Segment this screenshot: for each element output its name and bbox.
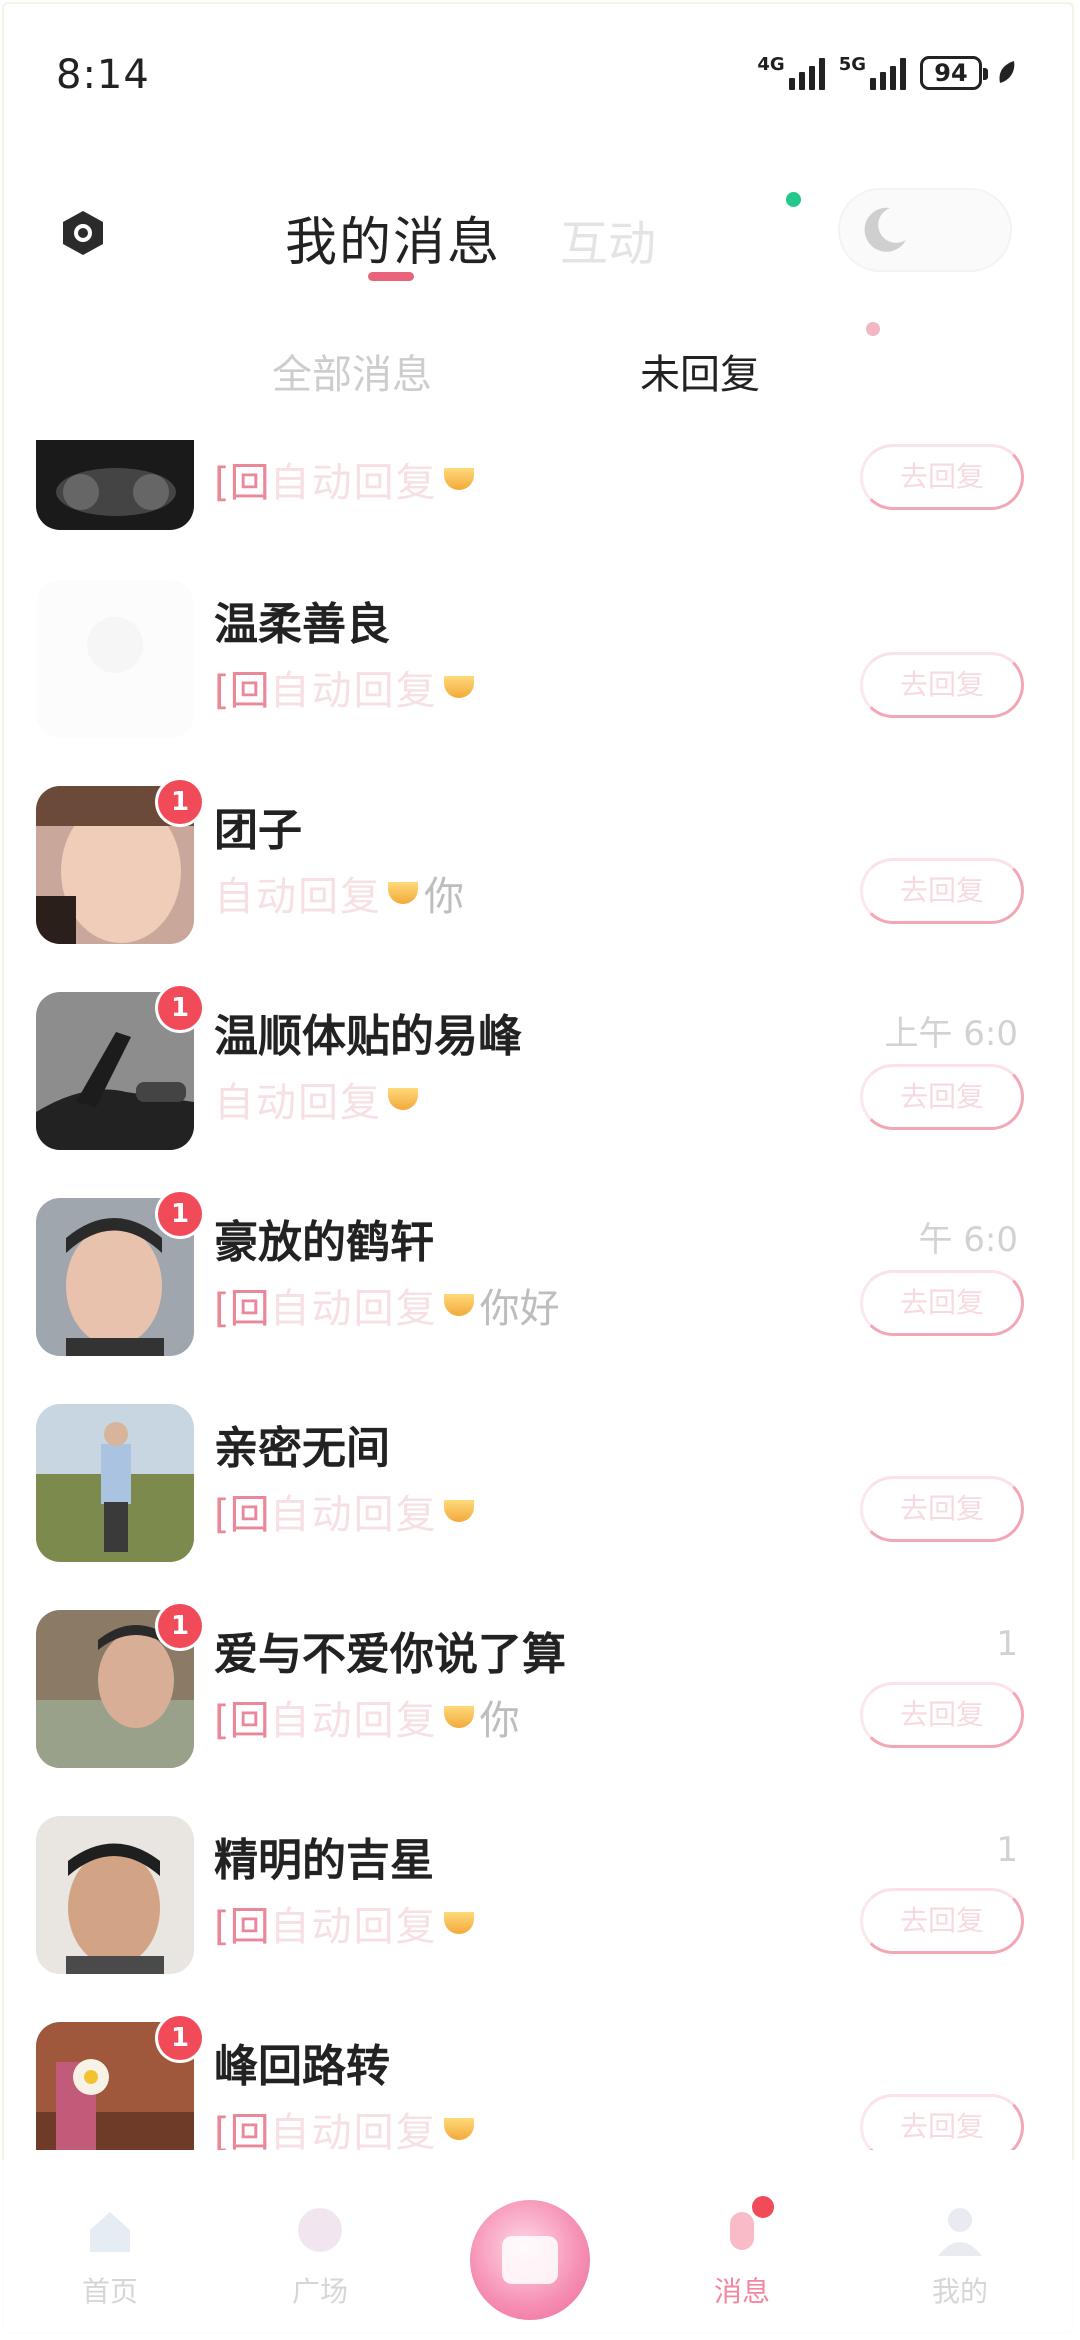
- home-icon: [90, 2212, 130, 2252]
- nav-plaza[interactable]: 广场: [250, 2200, 390, 2320]
- reply-button[interactable]: 去回复: [860, 858, 1024, 924]
- message-time: 上午 6:0: [884, 1014, 1018, 1054]
- reply-button[interactable]: 去回复: [860, 1682, 1024, 1748]
- list-item[interactable]: 1 豪放的鹤轩 午 6:0 [回 自动回复 你好 去回复: [0, 1192, 1080, 1404]
- status-icons: 4G 5G 94: [757, 56, 1018, 90]
- message-preview: 自动回复你: [214, 874, 464, 920]
- signal-4g-icon: 4G: [757, 56, 825, 90]
- message-preview: [回 自动回复 你好: [214, 1286, 560, 1332]
- unread-badge: 1: [158, 780, 202, 824]
- nav-unread-dot: [752, 2196, 774, 2218]
- night-mode-button[interactable]: [840, 190, 1010, 270]
- list-item[interactable]: 精明的吉星 1 [回 自动回复 去回复: [0, 1816, 1080, 2022]
- unread-badge: 1: [158, 1604, 202, 1648]
- reply-button[interactable]: 去回复: [860, 652, 1024, 718]
- nav-home[interactable]: 首页: [40, 2200, 180, 2320]
- battery-icon: 94: [920, 56, 988, 90]
- nav-mine[interactable]: 我的: [890, 2200, 1030, 2320]
- message-preview: [回 自动回复你: [214, 1698, 520, 1744]
- reply-button[interactable]: 去回复: [860, 1888, 1024, 1954]
- message-time: 午 6:0: [918, 1220, 1018, 1260]
- message-preview: [回 自动回复: [214, 1482, 480, 1540]
- nav-messages[interactable]: 消息: [672, 2200, 812, 2320]
- status-bar: 8:14 4G 5G 94: [0, 0, 1080, 160]
- message-time: 1: [996, 1830, 1018, 1870]
- contact-name: 团子: [214, 805, 302, 856]
- bottom-nav: 首页 广场 消息 我的: [0, 2160, 1080, 2340]
- status-time: 8:14: [56, 52, 150, 98]
- leaf-icon: [999, 61, 1015, 83]
- avatar[interactable]: [36, 1404, 194, 1562]
- message-time: 1: [996, 1624, 1018, 1664]
- message-preview: [回 自动回复: [214, 450, 480, 508]
- avatar[interactable]: [36, 580, 194, 738]
- notification-dot: [786, 192, 801, 207]
- reply-button[interactable]: 去回复: [860, 1064, 1024, 1130]
- contact-name: 爱与不爱你说了算: [214, 1629, 566, 1680]
- message-preview: [回 自动回复: [214, 2100, 480, 2150]
- avatar[interactable]: [36, 440, 194, 530]
- reply-button[interactable]: 去回复: [860, 1476, 1024, 1542]
- center-action-button[interactable]: [470, 2200, 590, 2320]
- reply-button[interactable]: 去回复: [860, 444, 1024, 510]
- message-list[interactable]: [回 自动回复 去回复 温柔善良 [回 自动回复 去回复 1 团子 自动回复你 去回…: [0, 440, 1080, 2150]
- contact-name: 温顺体贴的易峰: [214, 1011, 522, 1062]
- list-item[interactable]: 1 爱与不爱你说了算 1 [回 自动回复你 去回复: [0, 1604, 1080, 1816]
- decorative-dot: [866, 322, 880, 336]
- contact-name: 精明的吉星: [214, 1835, 434, 1886]
- subtab-unreplied[interactable]: 未回复: [640, 342, 760, 400]
- signal-5g-icon: 5G: [839, 56, 906, 90]
- reply-button[interactable]: 去回复: [860, 1270, 1024, 1336]
- list-item[interactable]: 1 团子 自动回复你 去回复: [0, 780, 1080, 992]
- plaza-icon: [298, 2208, 342, 2252]
- reply-button[interactable]: 去回复: [860, 2094, 1024, 2150]
- message-preview: [回 自动回复: [214, 1894, 480, 1952]
- list-item[interactable]: 1 峰回路转 [回 自动回复 去回复: [0, 2016, 1080, 2150]
- tab-interaction[interactable]: 互动: [560, 204, 656, 274]
- profile-icon: [938, 2208, 982, 2256]
- avatar[interactable]: [36, 1816, 194, 1974]
- contact-name: 豪放的鹤轩: [214, 1217, 434, 1268]
- list-item[interactable]: [回 自动回复 去回复: [0, 440, 1080, 578]
- tab-underline: [368, 272, 414, 281]
- unread-badge: 1: [158, 986, 202, 1030]
- list-item[interactable]: 温柔善良 [回 自动回复 去回复: [0, 580, 1080, 786]
- tab-my-messages[interactable]: 我的消息: [285, 200, 501, 275]
- contact-name: 峰回路转: [214, 2041, 390, 2092]
- contact-name: 温柔善良: [214, 599, 390, 650]
- contact-name: 亲密无间: [214, 1423, 390, 1474]
- moon-icon: [864, 207, 906, 252]
- unread-badge: 1: [158, 1192, 202, 1236]
- message-preview: [回 自动回复: [214, 658, 480, 716]
- camera-icon[interactable]: [58, 208, 108, 258]
- list-item[interactable]: 亲密无间 [回 自动回复 去回复: [0, 1404, 1080, 1610]
- subtab-all-messages[interactable]: 全部消息: [272, 342, 432, 400]
- message-preview: 自动回复: [214, 1070, 424, 1128]
- unread-badge: 1: [158, 2016, 202, 2060]
- list-item[interactable]: 1 温顺体贴的易峰 上午 6:0 自动回复 去回复: [0, 986, 1080, 1198]
